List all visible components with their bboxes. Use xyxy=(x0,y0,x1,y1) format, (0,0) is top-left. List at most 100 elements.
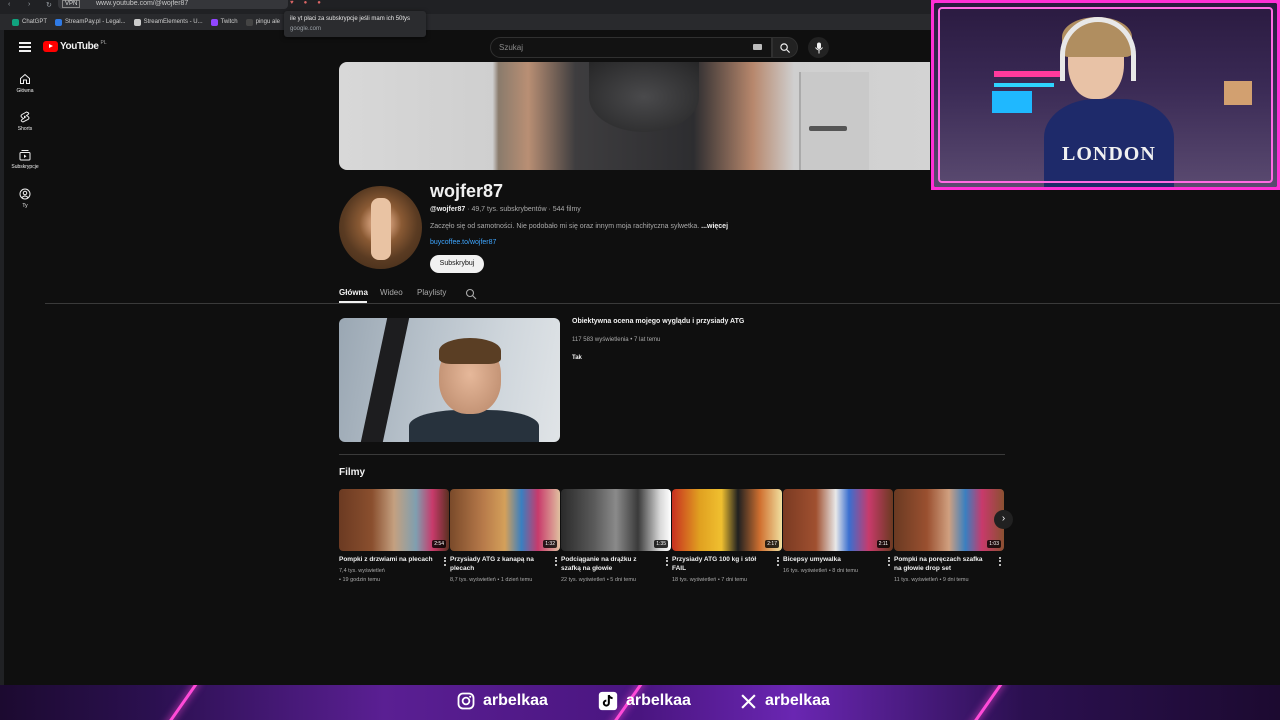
video-thumbnail[interactable]: 2:54 xyxy=(339,489,449,551)
subscribe-button[interactable]: Subskrybuj xyxy=(430,255,484,273)
home-icon xyxy=(20,73,30,84)
youtube-play-icon xyxy=(43,41,58,52)
bookmark-streamelements[interactable]: StreamElements - U... xyxy=(133,18,203,26)
channel-description[interactable]: Zaczęło się od samotności. Nie podobało … xyxy=(430,223,728,230)
back-icon[interactable]: ‹ xyxy=(8,1,10,8)
monitor xyxy=(1224,81,1252,105)
tab-playlists[interactable]: Playlisty xyxy=(417,288,446,297)
shelf-next-button[interactable]: › xyxy=(994,510,1013,529)
video-card[interactable]: 1:35 Podciąganie na drążku z szafką na g… xyxy=(561,489,671,585)
video-card[interactable]: 1:32 Przysiady ATG z kanapą na plecach 8… xyxy=(450,489,560,585)
bookmark-chatgpt[interactable]: ChatGPT xyxy=(12,18,47,26)
bookmark-pingu[interactable]: pingu ale xyxy=(245,18,280,26)
featured-video-title[interactable]: Obiektywna ocena mojego wyglądu i przysi… xyxy=(572,318,744,325)
tab-tooltip: ile yt płaci za subskrypcje jeśli mam ic… xyxy=(284,11,426,37)
channel-external-link[interactable]: buycoffee.to/wojfer87 xyxy=(430,239,496,246)
logo-word: YouTube xyxy=(60,41,99,52)
monitor xyxy=(992,91,1032,113)
channel-avatar[interactable] xyxy=(339,186,422,269)
video-card[interactable]: 1:03 Pompki na poręczach szafka na głowi… xyxy=(894,489,1004,585)
video-card[interactable]: 2:11 Bicepsy umywalka 16 tys. wyświetleń… xyxy=(783,489,893,576)
thumb-pole xyxy=(360,318,410,442)
sidebar-item-subscriptions[interactable]: Subskrypcje xyxy=(8,149,42,170)
more-actions-icon[interactable] xyxy=(555,557,558,567)
video-meta: 11 tys. wyświetleń • 9 dni temu xyxy=(894,577,969,583)
more-actions-icon[interactable] xyxy=(444,557,447,567)
featured-video-thumbnail[interactable] xyxy=(339,318,560,442)
tab-favicons: ♥ ● ● xyxy=(290,0,321,6)
streampay-icon xyxy=(55,18,63,26)
window-edge xyxy=(0,30,4,685)
video-duration: 2:17 xyxy=(765,540,779,548)
video-title[interactable]: Podciąganie na drążku z szafką na głowie xyxy=(561,555,657,573)
streamelements-icon xyxy=(133,18,141,26)
more-actions-icon[interactable] xyxy=(999,557,1002,567)
webcam-overlay: LONDON xyxy=(931,0,1280,190)
channel-stats: · 49,7 tys. subskrybentów · 544 filmy xyxy=(465,206,581,213)
tab-videos[interactable]: Wideo xyxy=(380,288,403,297)
reload-icon[interactable]: ↻ xyxy=(46,1,52,9)
banner-door-handle xyxy=(809,126,847,131)
section-divider xyxy=(339,454,1005,455)
video-title[interactable]: Bicepsy umywalka xyxy=(783,555,879,564)
youtube-logo[interactable]: YouTube PL xyxy=(43,40,107,52)
decor-streak xyxy=(163,685,200,720)
voice-search-button[interactable] xyxy=(808,37,829,58)
video-title[interactable]: Pompki na poręczach szafka na głowie dro… xyxy=(894,555,990,573)
video-title[interactable]: Przysiady ATG 100 kg i stół FAIL xyxy=(672,555,768,573)
chevron-right-icon: › xyxy=(1001,513,1006,524)
subscriptions-icon xyxy=(19,150,31,161)
more-actions-icon[interactable] xyxy=(666,557,669,567)
video-title[interactable]: Przysiady ATG z kanapą na plecach xyxy=(450,555,546,573)
more-actions-icon[interactable] xyxy=(888,557,891,567)
tabs-divider xyxy=(45,303,1280,304)
shorts-icon xyxy=(20,111,30,123)
social-handle: arbelkaa xyxy=(483,692,548,709)
sidebar-item-shorts[interactable]: Shorts xyxy=(8,111,42,132)
sidebar-item-you[interactable]: Ty xyxy=(8,188,42,209)
search-button[interactable] xyxy=(772,37,798,58)
video-thumbnail[interactable]: 1:35 xyxy=(561,489,671,551)
social-handle: arbelkaa xyxy=(765,692,830,709)
video-meta: 8,7 tys. wyświetleń • 1 dzień temu xyxy=(450,577,533,583)
video-card[interactable]: 2:17 Przysiady ATG 100 kg i stół FAIL 18… xyxy=(672,489,782,585)
sidebar-label: Ty xyxy=(22,203,28,209)
sidebar-label: Shorts xyxy=(17,126,33,132)
hamburger-menu-icon[interactable] xyxy=(19,42,31,52)
video-title[interactable]: Pompki z drzwiami na plecach xyxy=(339,555,435,564)
keyboard-icon[interactable] xyxy=(753,44,762,50)
search-icon xyxy=(780,42,790,53)
video-thumbnail[interactable]: 2:17 xyxy=(672,489,782,551)
more-link[interactable]: ...więcej xyxy=(701,223,728,230)
tab-home[interactable]: Główna xyxy=(339,288,368,297)
video-card[interactable]: 2:54 Pompki z drzwiami na plecach 7,4 ty… xyxy=(339,489,449,585)
bookmark-folder-icon xyxy=(245,18,253,26)
video-thumbnail[interactable]: 2:11 xyxy=(783,489,893,551)
sidebar-label: Główna xyxy=(16,88,34,94)
channel-name: wojfer87 xyxy=(430,181,504,201)
tab-icon: ● xyxy=(303,0,308,6)
channel-meta: @wojfer87 · 49,7 tys. subskrybentów · 54… xyxy=(430,206,581,213)
bookmark-streampay[interactable]: StreamPay.pl - Legal... xyxy=(55,18,126,26)
more-actions-icon[interactable] xyxy=(777,557,780,567)
x-icon xyxy=(741,693,756,709)
bookmark-twitch[interactable]: Twitch xyxy=(210,18,238,26)
neon-shelf xyxy=(994,71,1064,77)
social-handle: arbelkaa xyxy=(626,692,691,709)
section-title-videos[interactable]: Filmy xyxy=(339,467,365,478)
microphone-icon xyxy=(814,42,823,53)
forward-icon[interactable]: › xyxy=(28,1,30,8)
description-text: Zaczęło się od samotności. Nie podobało … xyxy=(430,223,702,230)
video-meta: 16 tys. wyświetleń • 8 dni temu xyxy=(783,568,858,574)
decor-streak xyxy=(968,685,1005,720)
search-input[interactable]: Szukaj xyxy=(490,37,772,58)
thumb-hair xyxy=(439,338,501,364)
video-thumbnail[interactable]: 1:03 xyxy=(894,489,1004,551)
video-meta: 18 tys. wyświetleń • 7 dni temu xyxy=(672,577,747,583)
sidebar-item-home[interactable]: Główna xyxy=(8,73,42,94)
tab-icon: ● xyxy=(317,0,321,6)
address-bar[interactable]: VPN www.youtube.com/@wojfer87 xyxy=(58,0,288,9)
vpn-badge[interactable]: VPN xyxy=(62,0,81,8)
video-thumbnail[interactable]: 1:32 xyxy=(450,489,560,551)
you-icon xyxy=(19,188,31,200)
